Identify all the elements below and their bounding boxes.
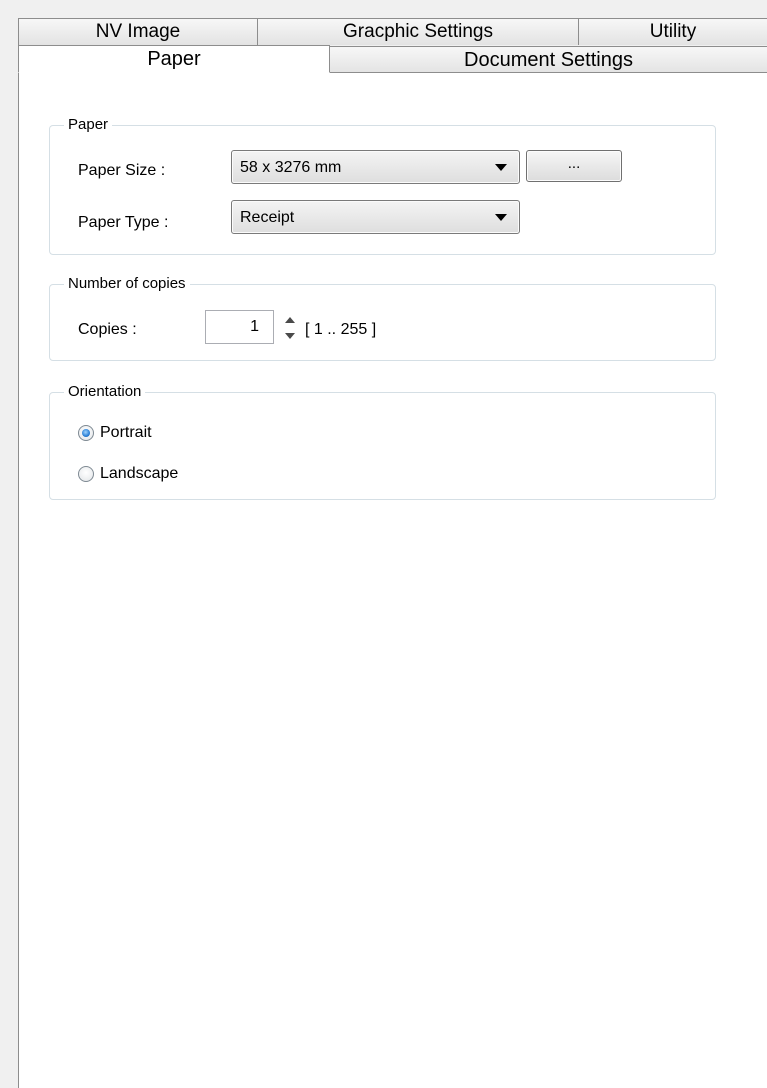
landscape-label: Landscape — [100, 465, 179, 482]
copies-input[interactable]: 1 — [205, 310, 274, 344]
paper-size-select[interactable]: 58 x 3276 mm — [231, 150, 520, 184]
copies-range: [ 1 .. 255 ] — [305, 321, 377, 338]
spin-down-icon[interactable] — [282, 328, 298, 344]
tab-paper[interactable]: Paper — [18, 45, 330, 73]
paper-size-value: 58 x 3276 mm — [240, 159, 342, 176]
paper-type-label: Paper Type : — [78, 214, 169, 231]
browse-button-label: ... — [567, 155, 581, 172]
copies-value: 1 — [250, 318, 259, 335]
paper-group: Paper — [49, 116, 716, 255]
tab-nv-image[interactable]: NV Image — [18, 18, 258, 45]
tab-label: Document Settings — [464, 49, 633, 71]
copies-group: Number of copies — [49, 275, 716, 361]
tab-label: Utility — [649, 21, 697, 42]
tab-graphic-settings[interactable]: Gracphic Settings — [257, 18, 579, 45]
chevron-down-icon — [495, 164, 507, 171]
spin-up-icon[interactable] — [282, 312, 298, 328]
orientation-group-title: Orientation — [64, 383, 146, 401]
chevron-down-icon — [495, 214, 507, 221]
tab-utility[interactable]: Utility — [578, 18, 767, 45]
paper-type-value: Receipt — [240, 209, 295, 226]
tab-label: Paper — [147, 48, 201, 70]
portrait-label: Portrait — [100, 424, 152, 441]
portrait-radio[interactable] — [78, 425, 94, 441]
landscape-radio[interactable] — [78, 466, 94, 482]
copies-label: Copies : — [78, 321, 137, 338]
paper-size-browse-button[interactable]: ... — [526, 150, 622, 182]
paper-size-label: Paper Size : — [78, 162, 166, 179]
tab-label: NV Image — [95, 21, 181, 42]
tab-label: Gracphic Settings — [343, 21, 493, 42]
tab-document-settings[interactable]: Document Settings — [329, 46, 767, 73]
printer-preferences-window: NV Image Gracphic Settings Utility Paper… — [0, 0, 767, 1088]
paper-group-title: Paper — [64, 116, 113, 134]
copies-group-title: Number of copies — [64, 275, 190, 293]
paper-type-select[interactable]: Receipt — [231, 200, 520, 234]
